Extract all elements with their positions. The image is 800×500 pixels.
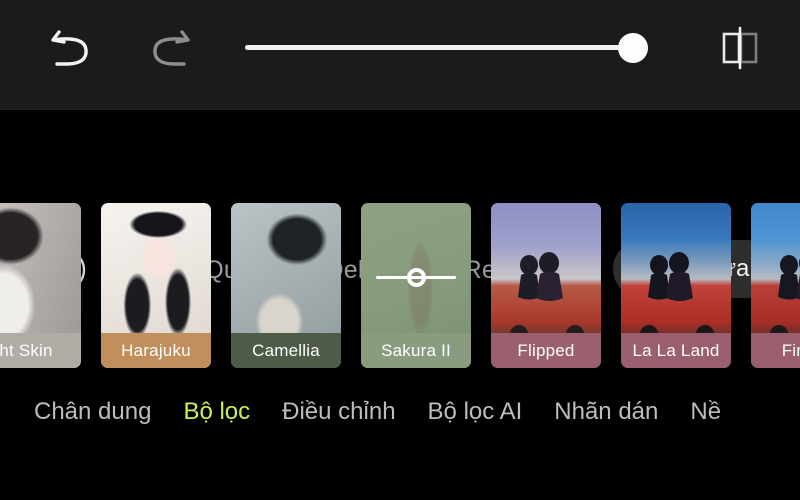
redo-button[interactable] (140, 22, 196, 74)
filter-category-row: Hot Quality Delicacy Retro Chỉnh sửa (0, 110, 800, 298)
thumbnail-label: Harajuku (121, 340, 191, 360)
filter-thumbnail[interactable]: ht Skin (0, 203, 81, 368)
thumbnail-intensity-slider[interactable] (361, 265, 471, 289)
undo-icon (45, 22, 101, 74)
filter-thumbnail-strip[interactable]: ht Skin Harajuku Camellia Sakura II Flip… (0, 203, 800, 368)
filter-thumbnail-selected[interactable]: Sakura II (361, 203, 471, 368)
thumbnail-label-bar: Camellia (231, 333, 341, 368)
nav-item-bo-loc[interactable]: Bộ lọc (183, 398, 250, 426)
nav-item-nen[interactable]: Nề (690, 398, 721, 426)
thumbnail-label: Sakura II (381, 340, 451, 360)
filter-thumbnail[interactable]: Harajuku (101, 203, 211, 368)
thumbnail-label: La La Land (632, 340, 720, 360)
redo-icon (140, 22, 196, 74)
thumbnail-label-bar: ht Skin (0, 333, 81, 368)
top-toolbar (0, 0, 800, 110)
filter-thumbnail[interactable]: Camellia (231, 203, 341, 368)
filter-thumbnail[interactable]: La La Land (621, 203, 731, 368)
thumbnail-label: Flipped (517, 340, 575, 360)
thumbnail-label-bar: Harajuku (101, 333, 211, 368)
thumbnail-label-bar: Sakura II (361, 333, 471, 368)
thumbnail-label-bar: La La Land (621, 333, 731, 368)
nav-item-dieu-chinh[interactable]: Điều chỉnh (282, 398, 395, 426)
nav-item-chan-dung[interactable]: Chân dung (34, 398, 151, 426)
thumbnail-label-bar: Flipped (491, 333, 601, 368)
thumbnail-label: First L (781, 340, 800, 360)
filter-thumbnail[interactable]: Flipped (491, 203, 601, 368)
nav-item-nhan-dan[interactable]: Nhãn dán (554, 398, 658, 426)
thumbnail-label-bar: First L (751, 333, 800, 368)
slider-thumb[interactable] (618, 33, 648, 63)
thumbnail-label: Camellia (252, 340, 320, 360)
filter-intensity-slider[interactable] (240, 28, 658, 68)
photo-editor-screen: Hot Quality Delicacy Retro Chỉnh sửa ht … (0, 0, 800, 500)
intensity-knob[interactable] (407, 268, 426, 287)
compare-button[interactable] (710, 22, 770, 74)
nav-item-bo-loc-ai[interactable]: Bộ lọc AI (428, 398, 523, 426)
undo-button[interactable] (45, 22, 101, 74)
compare-split-icon (710, 22, 770, 74)
bottom-nav-items: Chân dung Bộ lọc Điều chỉnh Bộ lọc AI Nh… (34, 398, 721, 426)
slider-track (245, 45, 645, 50)
filter-thumbnail[interactable]: First L (751, 203, 800, 368)
filter-thumbnail-list: ht Skin Harajuku Camellia Sakura II Flip… (0, 203, 800, 368)
bottom-navigation: Chân dung Bộ lọc Điều chỉnh Bộ lọc AI Nh… (0, 368, 800, 500)
thumbnail-label: ht Skin (0, 340, 53, 360)
